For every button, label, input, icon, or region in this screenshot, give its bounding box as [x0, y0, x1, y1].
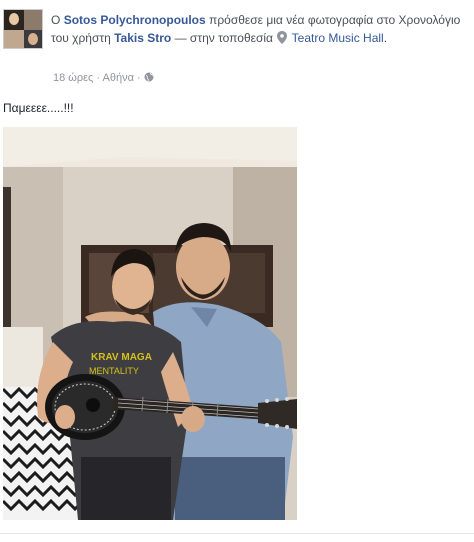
post-divider [0, 533, 474, 534]
headline-prefix: Ο [51, 13, 61, 27]
meta-separator-2: · [137, 72, 141, 84]
place-link[interactable]: Αθήνα [103, 72, 134, 84]
avatar[interactable] [3, 9, 43, 49]
photo-illustration: KRAV MAGA MENTALITY [3, 127, 297, 520]
shirt-print-line1: KRAV MAGA [91, 352, 152, 363]
post-headline: Ο Sotos Polychronopoulos πρόσθεσε μια νέ… [51, 11, 469, 47]
shirt-print-line2: MENTALITY [89, 366, 139, 376]
post-meta: 18 ώρες · Αθήνα · [53, 71, 154, 85]
timestamp-link[interactable]: 18 ώρες [53, 72, 93, 84]
globe-icon[interactable] [144, 72, 154, 82]
location-pin-icon [277, 31, 288, 44]
post-text: Παμεεεε.....!!! [3, 101, 74, 115]
timeline-post: Ο Sotos Polychronopoulos πρόσθεσε μια νέ… [0, 0, 474, 542]
post-header: Ο Sotos Polychronopoulos πρόσθεσε μια νέ… [3, 9, 471, 89]
target-user-link[interactable]: Takis Stro [114, 31, 171, 45]
headline-suffix: . [383, 31, 388, 45]
meta-separator: · [96, 72, 101, 84]
author-link[interactable]: Sotos Polychronopoulos [64, 13, 206, 27]
location-link[interactable]: Teatro Music Hall [292, 31, 384, 45]
location-prefix: — στην τοποθεσία [174, 31, 273, 45]
post-photo[interactable]: KRAV MAGA MENTALITY [3, 127, 297, 520]
